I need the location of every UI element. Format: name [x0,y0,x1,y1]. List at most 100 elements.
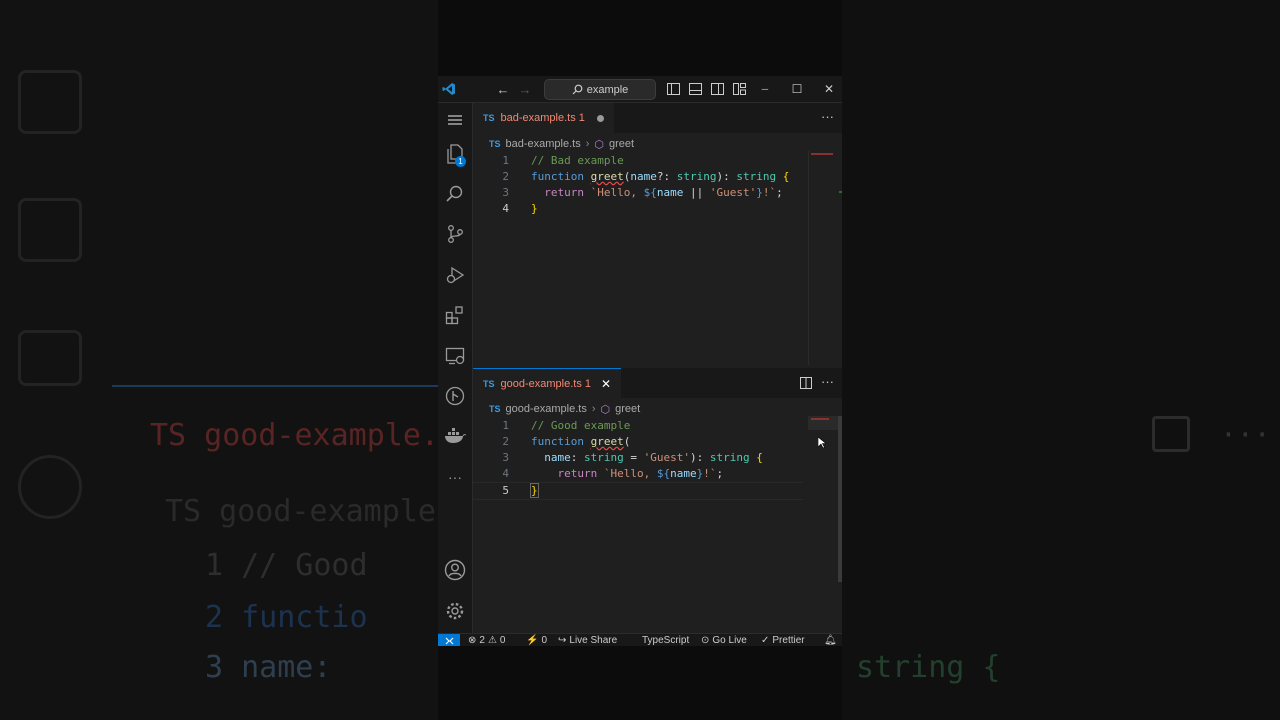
bottom-code-area[interactable]: 1// Good example 2 function greet( 3 name… [473,418,842,500]
line-number: 2 [502,170,509,183]
breadcrumb-file[interactable]: bad-example.ts [506,138,581,150]
explorer-icon[interactable]: 1 [438,137,472,171]
remote-explorer-icon[interactable] [438,339,472,373]
toggle-panel-icon[interactable] [686,76,704,102]
background-remote-icon [18,330,82,386]
live-share-label: Live Share [569,635,618,646]
background-tab-text: TS good-example.t [150,418,458,453]
remote-indicator-button[interactable] [438,634,460,646]
back-arrow-icon[interactable]: ← [494,76,512,102]
breadcrumb-symbol[interactable]: greet [609,138,634,150]
title-bar: ← → example ─ ☐ ✕ [438,76,842,103]
top-overview-ruler [839,191,842,193]
code-line: 3 name: string = 'Guest'): string { [473,450,842,466]
breadcrumb-symbol[interactable]: greet [615,403,640,415]
more-views-icon[interactable]: ··· [438,460,472,494]
source-control-icon[interactable] [438,217,472,251]
code-line: 1// Bad example [473,153,842,169]
background-left-panel: TS good-example.t TS good-example 1 // G… [0,0,457,720]
code-line: 4 return `Hello, ${name}!`; [473,466,842,482]
extensions-icon[interactable] [438,298,472,332]
accounts-icon[interactable] [438,553,472,587]
activity-bar: 1 ··· [438,103,473,633]
ports-status[interactable]: ⚡ 0 [526,634,547,646]
customize-layout-icon[interactable] [730,76,748,102]
line-number: 4 [502,467,509,480]
language-mode-status[interactable]: TypeScript [642,634,689,646]
maximize-button[interactable]: ☐ [788,76,806,102]
prettier-status[interactable]: ✓ Prettier [761,634,805,646]
background-run-debug-icon [18,70,82,134]
unsaved-dot-icon[interactable] [596,114,604,122]
background-code-line-1: 1 // Good [205,548,368,583]
top-minimap[interactable] [808,151,839,365]
breadcrumb-ts-icon: TS [489,139,501,149]
warning-icon: ⚠ [487,635,497,646]
manage-gear-icon[interactable] [438,594,472,628]
breadcrumb-ts-icon: TS [489,404,501,414]
explorer-badge: 1 [455,156,466,167]
code-line: 5} [473,482,803,500]
tab-good-example-label: good-example.ts 1 [500,378,592,390]
status-bar: ⊗ 2 ⚠ 0 ⚡ 0 ↪ Live Share TypeScript ⊙ Go… [438,633,842,646]
run-and-debug-icon[interactable] [438,258,472,292]
minimap-error-marker [811,153,833,155]
typescript-file-icon: TS [483,379,495,389]
line-number: 5 [502,484,509,497]
toggle-primary-sidebar-icon[interactable] [664,76,682,102]
tab-good-example[interactable]: TS good-example.ts 1 ✕ [473,368,622,399]
symbol-method-icon: ⬡ [594,138,605,151]
top-code-area[interactable]: 1// Bad example 2 function greet(name?: s… [473,153,842,217]
menu-icon[interactable] [438,103,472,137]
minimize-button[interactable]: ─ [756,76,774,102]
close-tab-icon[interactable]: ✕ [601,377,611,391]
code-line: 2 function greet(name?: string): string { [473,169,842,185]
forward-arrow-icon[interactable]: → [516,76,534,102]
background-code-fragment: string { [856,650,1001,685]
bottom-tab-strip: TS good-example.ts 1 ✕ ··· [473,368,842,399]
top-more-actions-icon[interactable]: ··· [821,109,834,124]
language-label: TypeScript [642,635,690,646]
background-separator [112,385,438,387]
tab-bad-example[interactable]: TS bad-example.ts 1 [473,103,614,133]
command-center-search[interactable]: example [544,79,656,100]
split-editor-icon[interactable] [800,376,812,394]
git-graph-icon[interactable] [438,379,472,413]
line-number: 2 [502,435,509,448]
bottom-more-actions-icon[interactable]: ··· [821,374,834,389]
background-extensions-icon [18,198,82,262]
vscode-logo-icon [440,76,458,102]
close-window-button[interactable]: ✕ [820,76,838,102]
vscode-window: ← → example ─ ☐ ✕ 1 ··· TS bad-example.t… [438,76,842,646]
background-split-icon [1152,416,1190,452]
code-line: 2 function greet( [473,434,842,450]
code-line: 4} [473,201,842,217]
code-line: 1// Good example [473,418,842,434]
live-share-icon: ↪ [558,635,567,646]
live-share-status[interactable]: ↪ Live Share [558,634,617,646]
search-icon [572,84,583,95]
background-more-icon: ··· [1220,418,1271,451]
chevron-right-icon: › [585,138,590,150]
notifications-status[interactable]: 🔔︎ [824,634,837,646]
problems-status[interactable]: ⊗ 2 ⚠ 0 [468,634,505,646]
double-check-icon: ✓ [761,635,770,646]
docker-icon[interactable] [438,419,472,453]
error-count: 2 [479,635,485,646]
breadcrumb-file[interactable]: good-example.ts [506,403,587,415]
bottom-breadcrumb: TS good-example.ts › ⬡ greet [489,400,640,418]
bottom-editor-group: TS good-example.ts 1 ✕ ··· TS good-examp… [473,368,842,632]
toggle-secondary-sidebar-icon[interactable] [708,76,726,102]
line-number: 1 [502,419,509,432]
bell-icon: 🔔︎ [824,635,837,646]
search-view-icon[interactable] [438,177,472,211]
top-editor-group: TS bad-example.ts 1 ··· TS bad-example.t… [473,103,842,367]
background-code-line-3: 3 name: [205,650,332,685]
bottom-minimap[interactable] [808,416,838,430]
tab-bad-example-label: bad-example.ts 1 [500,112,585,124]
go-live-status[interactable]: ⊙ Go Live [701,634,747,646]
warning-count: 0 [499,635,506,646]
line-number: 3 [502,451,509,464]
broadcast-icon: ⊙ [701,635,710,646]
vertical-scrollbar[interactable] [838,416,842,582]
